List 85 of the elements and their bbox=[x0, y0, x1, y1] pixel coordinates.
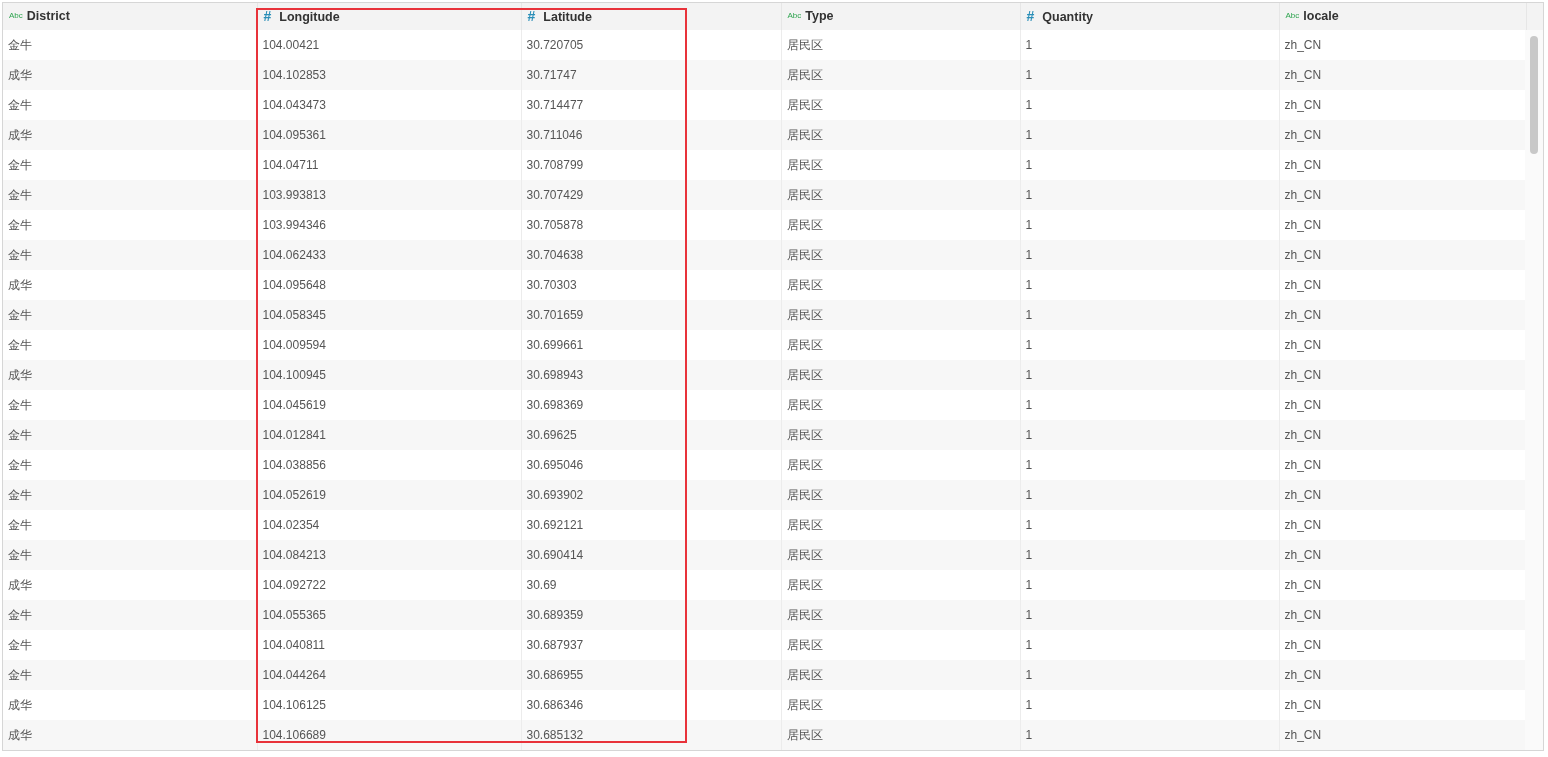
table-cell: 103.993813 bbox=[257, 180, 521, 210]
table-cell: 1 bbox=[1020, 60, 1279, 90]
number-type-icon: # bbox=[1026, 6, 1035, 27]
table-cell: 30.686955 bbox=[521, 660, 781, 690]
table-cell: 金牛 bbox=[3, 240, 257, 270]
table-cell: 1 bbox=[1020, 660, 1279, 690]
table-cell: 30.690414 bbox=[521, 540, 781, 570]
table-cell: 居民区 bbox=[781, 60, 1020, 90]
table-cell: 30.704638 bbox=[521, 240, 781, 270]
table-cell: 金牛 bbox=[3, 480, 257, 510]
table-cell: zh_CN bbox=[1279, 240, 1526, 270]
table-cell: 1 bbox=[1020, 720, 1279, 750]
table-cell: 居民区 bbox=[781, 480, 1020, 510]
table-cell: 104.095361 bbox=[257, 120, 521, 150]
column-label: Latitude bbox=[543, 10, 592, 24]
table-cell: 1 bbox=[1020, 480, 1279, 510]
table-cell: 居民区 bbox=[781, 720, 1020, 750]
table-cell: 居民区 bbox=[781, 360, 1020, 390]
table-cell: 30.693902 bbox=[521, 480, 781, 510]
table-cell: 1 bbox=[1020, 420, 1279, 450]
text-type-icon: Abc bbox=[787, 10, 802, 23]
table-cell: zh_CN bbox=[1279, 120, 1526, 150]
table-cell: 1 bbox=[1020, 120, 1279, 150]
table-cell: 30.69625 bbox=[521, 420, 781, 450]
table-cell: zh_CN bbox=[1279, 480, 1526, 510]
table-cell: 30.707429 bbox=[521, 180, 781, 210]
table-cell: 1 bbox=[1020, 180, 1279, 210]
text-type-icon: Abc bbox=[9, 10, 23, 23]
table-cell: 居民区 bbox=[781, 180, 1020, 210]
table-cell: 1 bbox=[1020, 360, 1279, 390]
table-cell: 居民区 bbox=[781, 660, 1020, 690]
column-label: Longitude bbox=[279, 10, 340, 24]
table-cell: 104.058345 bbox=[257, 300, 521, 330]
table-cell: 104.012841 bbox=[257, 420, 521, 450]
column-label: District bbox=[26, 9, 70, 24]
table-cell: 金牛 bbox=[3, 600, 257, 630]
table-cell: 104.084213 bbox=[257, 540, 521, 570]
text-type-icon: Abc bbox=[1285, 10, 1300, 23]
table-cell: 1 bbox=[1020, 540, 1279, 570]
table-cell: 成华 bbox=[3, 360, 257, 390]
table-cell: zh_CN bbox=[1279, 60, 1526, 90]
table-cell: 1 bbox=[1020, 240, 1279, 270]
column-label: locale bbox=[1303, 9, 1339, 24]
table-cell: zh_CN bbox=[1279, 540, 1526, 570]
table-cell: 30.701659 bbox=[521, 300, 781, 330]
table-cell: zh_CN bbox=[1279, 600, 1526, 630]
table-cell: zh_CN bbox=[1279, 720, 1526, 750]
table-cell: 成华 bbox=[3, 720, 257, 750]
table-cell: 30.711046 bbox=[521, 120, 781, 150]
table-cell: zh_CN bbox=[1279, 300, 1526, 330]
column-label: Type bbox=[805, 9, 834, 24]
table-cell: 104.055365 bbox=[257, 600, 521, 630]
table-cell: 30.685132 bbox=[521, 720, 781, 750]
table-cell: 居民区 bbox=[781, 300, 1020, 330]
table-cell: 30.698943 bbox=[521, 360, 781, 390]
table-cell: 104.102853 bbox=[257, 60, 521, 90]
number-type-icon: # bbox=[263, 6, 272, 27]
table-cell: zh_CN bbox=[1279, 180, 1526, 210]
number-type-icon: # bbox=[527, 6, 536, 27]
scrollbar-thumb[interactable] bbox=[1530, 36, 1538, 154]
table-cell: 104.106689 bbox=[257, 720, 521, 750]
table-cell: 104.062433 bbox=[257, 240, 521, 270]
table-cell: zh_CN bbox=[1279, 660, 1526, 690]
table-cell: 居民区 bbox=[781, 420, 1020, 450]
table-cell: zh_CN bbox=[1279, 360, 1526, 390]
table-cell: 30.71747 bbox=[521, 60, 781, 90]
table-cell: 成华 bbox=[3, 60, 257, 90]
table-cell: 金牛 bbox=[3, 540, 257, 570]
table-cell: 104.044264 bbox=[257, 660, 521, 690]
table-cell: 成华 bbox=[3, 120, 257, 150]
table-cell: 金牛 bbox=[3, 180, 257, 210]
table-cell: 居民区 bbox=[781, 240, 1020, 270]
table-cell: 金牛 bbox=[3, 660, 257, 690]
table-cell: 30.689359 bbox=[521, 600, 781, 630]
column-label: Quantity bbox=[1042, 10, 1093, 24]
table-cell: 居民区 bbox=[781, 120, 1020, 150]
table-cell: zh_CN bbox=[1279, 420, 1526, 450]
table-cell: 104.100945 bbox=[257, 360, 521, 390]
table-cell: 金牛 bbox=[3, 420, 257, 450]
table-cell: 104.052619 bbox=[257, 480, 521, 510]
table-cell: 1 bbox=[1020, 600, 1279, 630]
table-cell: 居民区 bbox=[781, 600, 1020, 630]
table-cell: 1 bbox=[1020, 300, 1279, 330]
table-cell: 金牛 bbox=[3, 300, 257, 330]
table-cell: 居民区 bbox=[781, 540, 1020, 570]
